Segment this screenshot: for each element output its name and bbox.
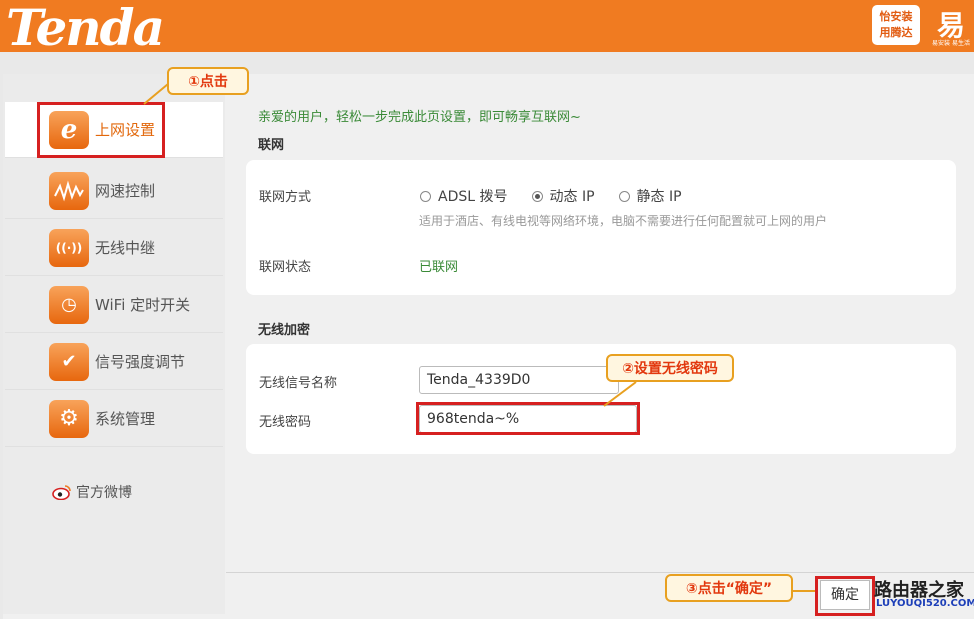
callout-pointer-1 <box>143 83 169 105</box>
radio-dynamic-ip[interactable]: 动态 IP <box>531 186 595 206</box>
weibo-icon <box>52 485 71 500</box>
section-title-wireless: 无线加密 <box>258 323 311 338</box>
gear-icon: ⚙ <box>49 399 89 438</box>
radio-static-ip[interactable]: 静态 IP <box>618 186 682 206</box>
sidebar-item-signal-strength[interactable]: ✔ 信号强度调节 <box>5 334 223 390</box>
conn-type-hint: 适用于酒店、有线电视等网络环境，电脑不需要进行任何配置就可上网的用户 <box>419 214 828 228</box>
tenda-logo: Tenda <box>6 0 165 57</box>
sidebar-item-label: 信号强度调节 <box>95 353 186 371</box>
sidebar-item-speed-control[interactable]: 网速控制 <box>5 163 223 219</box>
sidebar-item-label: 网速控制 <box>95 182 156 200</box>
wireless-repeater-icon: ((·)) <box>49 228 89 267</box>
weibo-link[interactable]: 官方微博 <box>52 482 132 502</box>
easy-install-logo: 易 易安装 易生活 <box>932 9 970 47</box>
intro-text: 亲爱的用户，轻松一步完成此页设置，即可畅享互联网~ <box>258 110 581 125</box>
install-badge: 怡安装 用腾达 <box>872 5 920 45</box>
watermark-url: LUYOUQI520.COM <box>876 598 974 609</box>
section-title-network: 联网 <box>258 138 285 153</box>
highlight-ok-button <box>815 576 875 616</box>
sidebar-item-wireless-repeater[interactable]: ((·)) 无线中继 <box>5 220 223 276</box>
ssid-label: 无线信号名称 <box>259 376 338 391</box>
timer-icon: ◷ <box>49 285 89 324</box>
speed-wave-icon <box>49 171 89 210</box>
conn-status-label: 联网状态 <box>259 260 312 275</box>
conn-status-value: 已联网 <box>419 260 459 275</box>
sidebar-item-label: WiFi 定时开关 <box>95 296 191 314</box>
conn-type-radio-group: ADSL 拨号 动态 IP 静态 IP <box>420 186 706 206</box>
callout-pointer-2 <box>603 381 637 407</box>
conn-type-label: 联网方式 <box>259 190 312 205</box>
sidebar-item-wifi-timer[interactable]: ◷ WiFi 定时开关 <box>5 277 223 333</box>
top-bar: Tenda 怡安装 用腾达 易 易安装 易生活 <box>0 0 974 57</box>
highlight-internet-settings <box>37 102 165 158</box>
sidebar-item-system-management[interactable]: ⚙ 系统管理 <box>5 391 223 447</box>
callout-step1: ①点击 <box>167 67 249 95</box>
sidebar-item-label: 系统管理 <box>95 410 156 428</box>
callout-step3: ③点击“确定” <box>665 574 793 602</box>
ssid-input[interactable]: Tenda_4339D0 <box>419 366 619 394</box>
signal-check-icon: ✔ <box>49 342 89 381</box>
password-label: 无线密码 <box>259 415 312 430</box>
sidebar-item-label: 无线中继 <box>95 239 156 257</box>
callout-step2: ②设置无线密码 <box>606 354 734 382</box>
radio-adsl[interactable]: ADSL 拨号 <box>420 186 508 206</box>
weibo-label: 官方微博 <box>76 485 132 501</box>
